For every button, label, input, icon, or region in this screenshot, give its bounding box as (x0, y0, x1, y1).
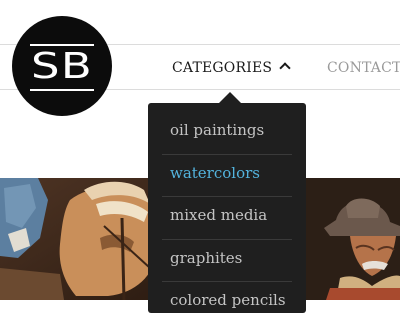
logo[interactable]: SB (12, 16, 112, 116)
dropdown-item-oil-paintings[interactable]: oil paintings (170, 103, 292, 145)
dropdown-item-label: colored pencils (170, 291, 286, 309)
dropdown-item-label: oil paintings (170, 121, 265, 139)
dropdown-item-mixed-media[interactable]: mixed media (170, 188, 292, 230)
dropdown-item-label: watercolors (170, 164, 260, 182)
dropdown-item-watercolors[interactable]: watercolors (170, 146, 292, 188)
chevron-up-icon[interactable] (279, 62, 291, 74)
dropdown-item-label: graphites (170, 249, 243, 267)
dropdown-caret (219, 92, 241, 103)
logo-rule-bottom (30, 89, 94, 91)
dropdown-item-graphites[interactable]: graphites (170, 231, 292, 273)
dropdown-item-label: mixed media (170, 206, 268, 224)
logo-monogram: SB (31, 46, 93, 87)
nav-contact[interactable]: CONTACT (327, 58, 400, 78)
nav-categories[interactable]: CATEGORIES (172, 58, 272, 78)
dropdown-item-colored-pencils[interactable]: colored pencils (170, 273, 292, 315)
